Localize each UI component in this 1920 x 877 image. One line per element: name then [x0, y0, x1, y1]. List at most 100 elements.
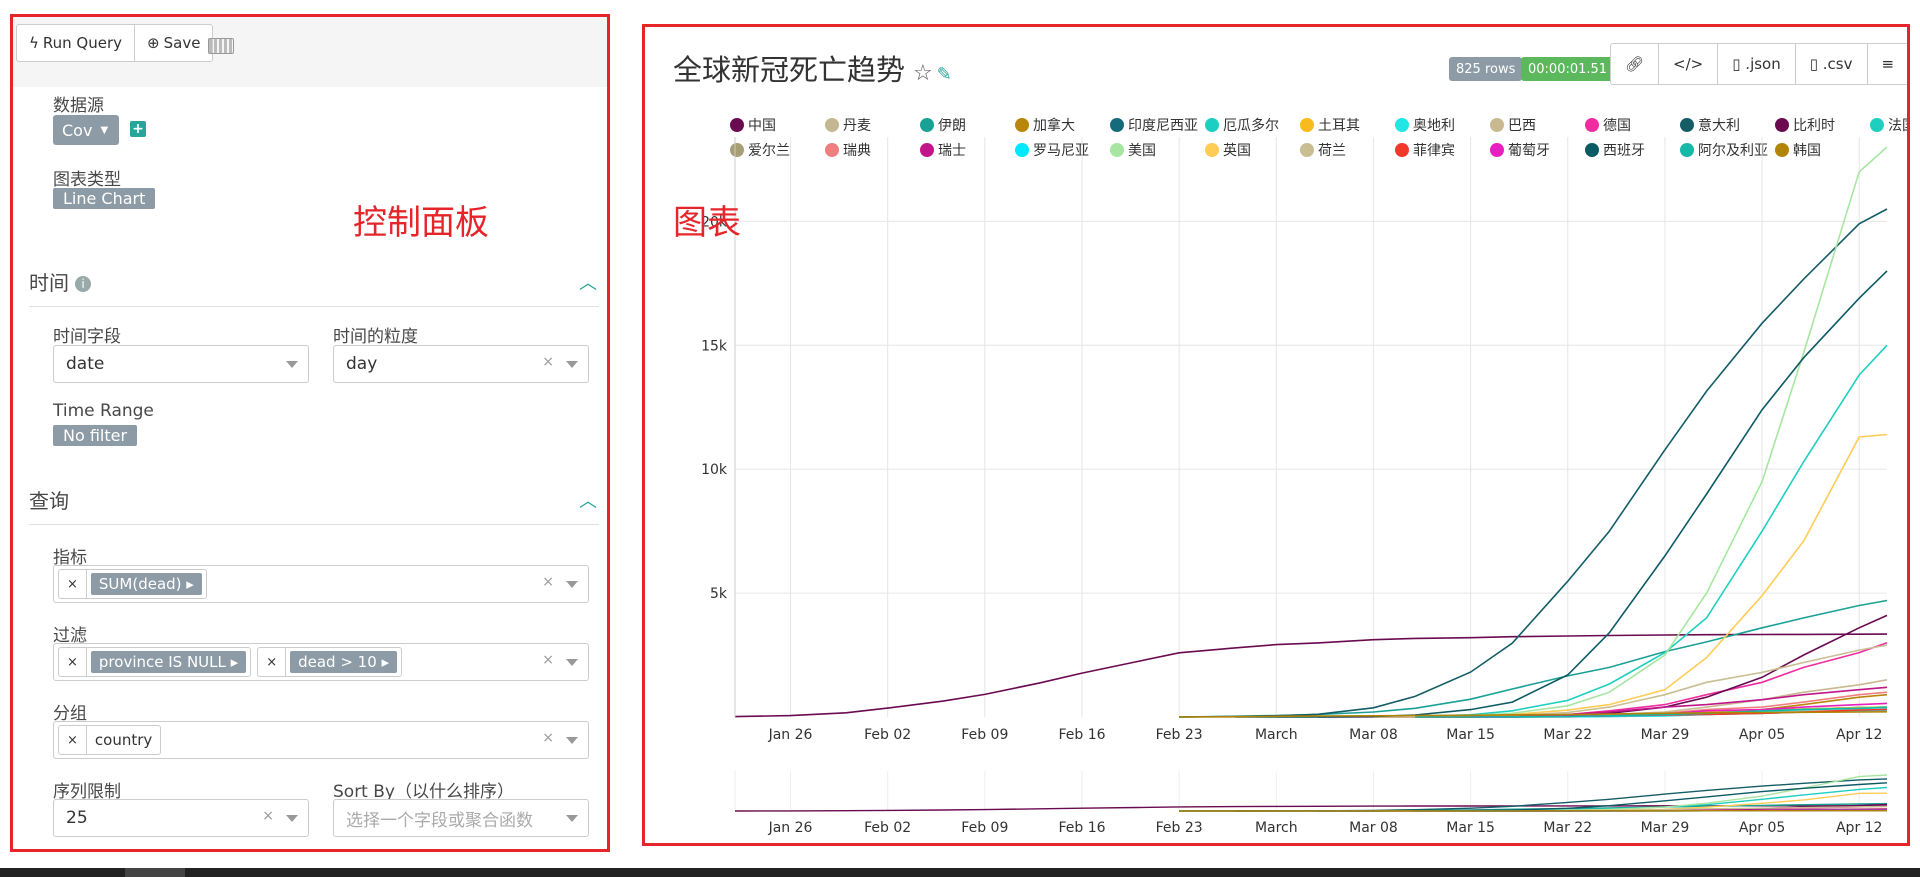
legend-swatch: [730, 143, 744, 157]
series-line: [1276, 146, 1888, 718]
time-column-select[interactable]: date: [53, 345, 309, 383]
clear-icon[interactable]: ×: [542, 354, 554, 370]
remove-icon[interactable]: ×: [59, 570, 87, 598]
brush-x-tick-label: Apr 05: [1739, 820, 1785, 836]
x-tick-label: Apr 12: [1836, 727, 1882, 743]
x-tick-label: Mar 08: [1349, 727, 1398, 743]
legend-swatch: [1585, 118, 1599, 132]
legend-swatch: [1015, 118, 1029, 132]
series-line: [1373, 433, 1888, 718]
legend-swatch: [1110, 118, 1124, 132]
groupby-select[interactable]: × country ×: [53, 721, 589, 759]
groupby-chip[interactable]: × country: [58, 725, 162, 755]
metrics-select[interactable]: × SUM(dead) ▸ ×: [53, 565, 589, 603]
y-tick-label: 15k: [701, 338, 728, 354]
legend-swatch: [1870, 118, 1884, 132]
legend-swatch: [1490, 143, 1504, 157]
save-button[interactable]: ⊕ Save: [134, 25, 212, 61]
remove-icon[interactable]: ×: [59, 726, 87, 754]
control-panel: ϟRun Query ⊕Save ▲ 数据源 Cov▼ + 图表类型 Line …: [10, 14, 610, 852]
series-limit-select[interactable]: 25 ×: [53, 799, 309, 837]
legend-swatch: [1205, 143, 1219, 157]
time-grain-select[interactable]: day ×: [333, 345, 589, 383]
time-column-label: 时间字段: [53, 327, 121, 347]
y-tick-label: 10k: [701, 462, 728, 478]
brush-x-tick-label: Feb 16: [1058, 820, 1105, 836]
dropdown-caret-icon: [566, 581, 578, 588]
time-range-tag[interactable]: No filter: [53, 425, 138, 446]
legend-label: 意大利: [1698, 117, 1740, 134]
x-tick-label: March: [1255, 727, 1298, 743]
filters-select[interactable]: × province IS NULL ▸ × dead > 10 ▸ ×: [53, 643, 589, 681]
plus-circle-icon: ⊕: [147, 34, 160, 52]
remove-icon[interactable]: ×: [258, 648, 287, 676]
legend-swatch: [1110, 143, 1124, 157]
filter-chip[interactable]: × dead > 10 ▸: [257, 647, 403, 677]
x-tick-label: Feb 23: [1156, 727, 1203, 743]
legend-label: 英国: [1223, 142, 1251, 159]
legend-swatch: [1300, 118, 1314, 132]
x-tick-label: Feb 02: [864, 727, 911, 743]
clear-icon[interactable]: ×: [542, 574, 554, 590]
legend-swatch: [1680, 143, 1694, 157]
series-line: [1179, 208, 1888, 718]
legend-swatch: [1205, 118, 1219, 132]
legend-swatch: [1015, 143, 1029, 157]
query-section-header[interactable]: 查询 ︿: [29, 485, 599, 525]
datasource-select[interactable]: Cov ▼: [53, 115, 119, 145]
series-line: [1179, 599, 1888, 718]
legend-swatch: [920, 143, 934, 157]
range-brush: Jan 26 Feb 02 Feb 09 Feb 16 Feb 23 March Mar 0…: [734, 771, 1888, 836]
legend-swatch: [1300, 143, 1314, 157]
viz-type-tag[interactable]: Line Chart: [53, 188, 156, 209]
viz-type-label: 图表类型: [53, 170, 121, 190]
x-tick-label: Apr 05: [1739, 727, 1785, 743]
clear-icon[interactable]: ×: [542, 730, 554, 746]
legend-label: 罗马尼亚: [1033, 143, 1089, 159]
legend-label: 巴西: [1508, 118, 1536, 134]
dropdown-caret-icon: [286, 361, 298, 368]
clear-icon[interactable]: ×: [542, 652, 554, 668]
legend-label: 法国: [1888, 118, 1907, 134]
legend-label: 瑞士: [938, 143, 966, 159]
remove-icon[interactable]: ×: [59, 648, 87, 676]
chevron-up-icon[interactable]: ︿: [579, 269, 597, 295]
info-icon[interactable]: i: [75, 276, 91, 292]
legend-label: 爱尔兰: [748, 143, 790, 159]
legend-swatch: [825, 143, 839, 157]
add-datasource-icon[interactable]: +: [130, 121, 146, 137]
chevron-up-icon[interactable]: ︿: [579, 487, 597, 513]
legend-label: 丹麦: [843, 118, 871, 134]
taskbar: [0, 868, 1920, 877]
legend-swatch: [825, 118, 839, 132]
legend-label: 加拿大: [1033, 117, 1075, 134]
legend-label: 奥地利: [1413, 117, 1455, 134]
legend-label: 荷兰: [1318, 143, 1346, 159]
keyboard-icon[interactable]: [208, 38, 234, 54]
run-query-button[interactable]: ϟ Run Query: [17, 25, 134, 61]
sort-by-select[interactable]: 选择一个字段或聚合函数: [333, 799, 589, 837]
legend-swatch: [1680, 118, 1694, 132]
x-tick-label: Jan 26: [768, 727, 813, 743]
legend-label: 德国: [1603, 118, 1631, 134]
x-tick-label: Mar 29: [1641, 727, 1690, 743]
x-tick-label: Feb 09: [961, 727, 1008, 743]
legend-label: 土耳其: [1318, 118, 1360, 134]
brush-x-tick-label: Mar 15: [1446, 820, 1495, 836]
brush-x-tick-label: Feb 23: [1156, 820, 1203, 836]
line-chart: 中国 丹麦 伊朗 加拿大 印度尼西亚 厄瓜多尔 土耳其 奥地利 巴西 德国 意大利 比利时 法国爱尔兰 瑞…: [701, 117, 1907, 836]
filter-chip[interactable]: × province IS NULL ▸: [58, 647, 252, 677]
time-section-header[interactable]: 时间 i ︿: [29, 267, 599, 307]
brush-x-tick-label: Mar 29: [1641, 820, 1690, 836]
brush-x-tick-label: March: [1255, 820, 1298, 836]
metric-chip[interactable]: × SUM(dead) ▸: [58, 569, 207, 599]
control-panel-annotation: 控制面板: [353, 203, 489, 243]
query-toolbar: ϟ Run Query ⊕ Save: [13, 17, 607, 87]
clear-icon[interactable]: ×: [262, 808, 274, 824]
brush-x-tick-label: Apr 12: [1836, 820, 1882, 836]
legend-label: 伊朗: [938, 118, 966, 134]
dropdown-caret-icon: [566, 737, 578, 744]
dropdown-caret-icon: [566, 659, 578, 666]
brush-x-tick-label: Feb 02: [864, 820, 911, 836]
legend-label: 西班牙: [1603, 143, 1645, 159]
